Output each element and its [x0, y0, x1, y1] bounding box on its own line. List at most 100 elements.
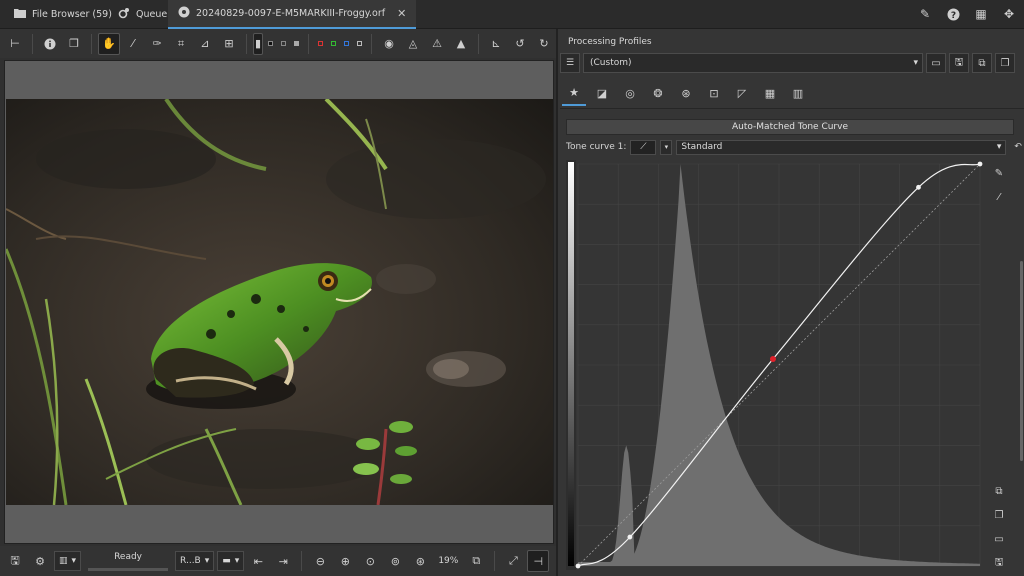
- panel-scrollbar[interactable]: [1020, 261, 1023, 461]
- tool-panel: Processing Profiles ☰ (Custom) ▾ ▭ 🖫 ⧉ ❐…: [556, 29, 1024, 576]
- separator: [308, 33, 309, 54]
- curve-type-dropdown[interactable]: ▾: [660, 139, 673, 155]
- local-tab-icon[interactable]: ⊡: [702, 82, 726, 106]
- zoom-in-icon[interactable]: ⊕: [334, 550, 356, 572]
- background-color-select[interactable]: ▬ ▾: [217, 551, 245, 571]
- info-icon[interactable]: [39, 33, 61, 55]
- raw-tab-icon[interactable]: ▦: [758, 82, 782, 106]
- white-balance-picker-icon[interactable]: ⁄: [122, 33, 144, 55]
- close-tab-icon[interactable]: ✕: [397, 7, 406, 20]
- tab-label: File Browser (59): [32, 9, 112, 20]
- copy-curve-icon[interactable]: ⧉: [990, 482, 1008, 500]
- save-image-icon[interactable]: 🖫: [4, 550, 26, 572]
- zoom-fit-icon[interactable]: ⊙: [359, 550, 381, 572]
- save-curve-icon[interactable]: 🖫: [990, 554, 1008, 572]
- tab-queue[interactable]: Queue: [108, 0, 177, 29]
- chevron-down-icon: ▾: [913, 58, 918, 68]
- new-detail-window-icon[interactable]: ✎: [916, 5, 934, 23]
- color-picker-icon[interactable]: ✑: [146, 33, 168, 55]
- curve-control-point[interactable]: [916, 184, 921, 190]
- separator: [478, 33, 479, 54]
- preview-channel-light[interactable]: [294, 41, 299, 46]
- queue-icon: [118, 7, 130, 22]
- curve-canvas[interactable]: [566, 160, 984, 570]
- load-profile-icon[interactable]: ▭: [926, 53, 946, 73]
- tab-file-browser[interactable]: File Browser (59): [4, 0, 122, 29]
- favorites-tab-icon[interactable]: ★: [562, 82, 586, 106]
- tool-tabs: ★ ◪ ◎ ❂ ⊛ ⊡ ◸ ▦ ▥: [560, 79, 1024, 109]
- paste-profile-icon[interactable]: ❐: [995, 53, 1015, 73]
- toggle-right-panel-icon[interactable]: ⊣: [527, 550, 550, 572]
- tone-curve-editor[interactable]: [566, 160, 984, 570]
- new-detail-window-icon[interactable]: ⧉: [465, 550, 487, 572]
- curve-type-icon[interactable]: ⟋: [630, 139, 657, 155]
- send-to-queue-icon[interactable]: ⚙: [29, 550, 51, 572]
- exposure-tab-icon[interactable]: ◪: [590, 82, 614, 106]
- preview-image: [6, 99, 553, 505]
- perspective-icon[interactable]: ⊞: [218, 33, 240, 55]
- hide-history-icon[interactable]: ⊢: [4, 33, 26, 55]
- focus-mask-icon[interactable]: ◉: [378, 33, 400, 55]
- separator: [32, 33, 33, 54]
- preview-channel-gray[interactable]: [281, 41, 286, 46]
- fullscreen-icon[interactable]: ⤢: [502, 550, 524, 572]
- curve-control-point[interactable]: [575, 563, 581, 569]
- curve-tools: ✎ ⁄ ⧉ ❐ ▭ 🖫: [990, 164, 1010, 576]
- advanced-tab-icon[interactable]: ⊛: [674, 82, 698, 106]
- profile-select[interactable]: (Custom) ▾: [583, 53, 923, 73]
- transform-tab-icon[interactable]: ◸: [730, 82, 754, 106]
- soft-proof-icon[interactable]: ◬: [402, 33, 424, 55]
- selected-curve-point[interactable]: [769, 355, 776, 362]
- profile-menu-icon[interactable]: ☰: [560, 53, 580, 73]
- detail-tab-icon[interactable]: ◎: [618, 82, 642, 106]
- navigate-previous-icon[interactable]: ⇤: [247, 550, 269, 572]
- help-icon[interactable]: ?: [944, 5, 962, 23]
- straighten-icon[interactable]: ⊿: [194, 33, 216, 55]
- picker-icon[interactable]: ⁄: [990, 188, 1008, 206]
- preview-blue-icon[interactable]: [344, 41, 349, 46]
- color-tab-icon[interactable]: ❂: [646, 82, 670, 106]
- curve-control-point[interactable]: [627, 534, 633, 540]
- window-controls: ✎ ? ▦ ✥: [916, 5, 1018, 23]
- crop-icon[interactable]: ⌗: [170, 33, 192, 55]
- edit-point-icon[interactable]: ✎: [990, 164, 1008, 182]
- preview-red-icon[interactable]: [318, 41, 323, 46]
- shadow-clip-warning-icon[interactable]: ⚠: [426, 33, 448, 55]
- curve-mode-value: Standard: [681, 142, 723, 152]
- auto-matched-tone-curve-button[interactable]: Auto-Matched Tone Curve: [566, 119, 1014, 135]
- separator: [246, 33, 247, 54]
- save-profile-icon[interactable]: 🖫: [949, 53, 969, 73]
- rotate-right-icon[interactable]: ↻: [533, 33, 555, 55]
- curve-control-point[interactable]: [977, 161, 983, 167]
- before-after-icon[interactable]: ❐: [63, 33, 85, 55]
- highlight-clip-warning-icon[interactable]: ▲: [450, 33, 472, 55]
- histogram-icon[interactable]: ⊾: [485, 33, 507, 55]
- open-curve-icon[interactable]: ▭: [990, 530, 1008, 548]
- zoom-fit-crop-icon[interactable]: ⊚: [384, 550, 406, 572]
- preview-luminance-icon[interactable]: [357, 41, 362, 46]
- preview-channel-black[interactable]: [268, 41, 273, 46]
- profile-value: (Custom): [590, 58, 632, 68]
- curve-mode-select[interactable]: Standard ▾: [676, 139, 1007, 155]
- preferences-icon[interactable]: ▦: [972, 5, 990, 23]
- preview-green-icon[interactable]: [331, 41, 336, 46]
- fullscreen-icon[interactable]: ✥: [1000, 5, 1018, 23]
- processing-profiles-title: Processing Profiles: [568, 37, 652, 47]
- hand-tool-icon[interactable]: ✋: [98, 32, 120, 55]
- rotate-left-icon[interactable]: ↺: [509, 33, 531, 55]
- zoom-out-icon[interactable]: ⊖: [309, 550, 331, 572]
- bg-icon: ▬: [222, 556, 231, 566]
- copy-profile-icon[interactable]: ⧉: [972, 53, 992, 73]
- image-viewport[interactable]: [4, 60, 554, 544]
- metadata-tab-icon[interactable]: ▥: [786, 82, 810, 106]
- external-editor-select[interactable]: ▥ ▾: [54, 551, 82, 571]
- preview-rgb-icon[interactable]: ▮: [253, 32, 263, 55]
- paste-curve-icon[interactable]: ❐: [990, 506, 1008, 524]
- reset-icon[interactable]: ↶: [1014, 142, 1022, 152]
- navigate-next-icon[interactable]: ⇥: [272, 550, 294, 572]
- status-label: Ready: [88, 551, 169, 571]
- channel-select[interactable]: R...B ▾: [175, 551, 215, 571]
- zoom-100-icon[interactable]: ⊛: [409, 550, 431, 572]
- tab-editor[interactable]: 20240829-0097-E-M5MARKIII-Froggy.orf ✕: [168, 0, 417, 29]
- chevron-down-icon: ▾: [204, 556, 210, 566]
